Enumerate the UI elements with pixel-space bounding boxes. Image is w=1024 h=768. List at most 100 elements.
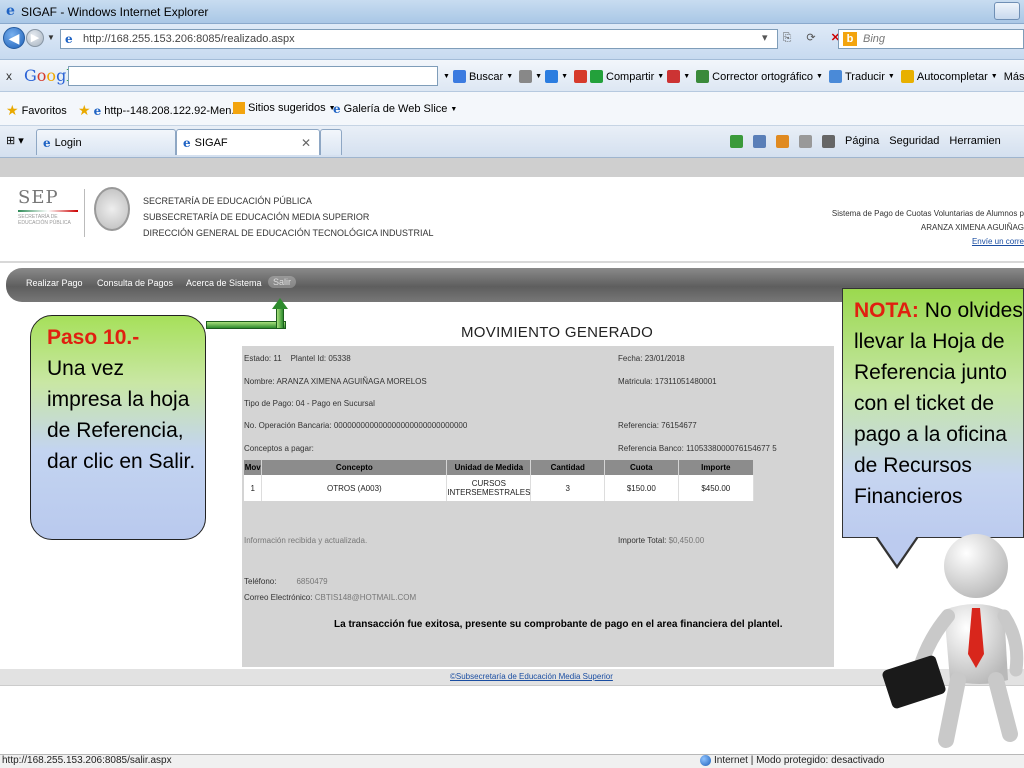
cell-mov: 1 bbox=[244, 475, 263, 501]
top-strip bbox=[0, 158, 1024, 177]
status-bar: http://168.255.153.206:8085/salir.aspx I… bbox=[0, 754, 1024, 768]
logo-divider bbox=[84, 189, 85, 237]
home-icon[interactable] bbox=[753, 135, 766, 148]
web-slice-icon: e bbox=[333, 102, 341, 116]
url-input[interactable]: e http://168.255.153.206:8085/realizado.… bbox=[60, 29, 778, 49]
movement-title: MOVIMIENTO GENERADO bbox=[461, 324, 654, 341]
new-tab-button[interactable] bbox=[320, 129, 342, 155]
sep-logo: SEP SECRETARÍA DE EDUCACIÓN PÚBLICA bbox=[18, 187, 78, 231]
bookmark-icon bbox=[519, 70, 533, 83]
autofill-button[interactable]: Autocompletar ▼ bbox=[900, 70, 998, 83]
cell-importe: $450.00 bbox=[678, 475, 755, 501]
address-buttons[interactable]: ▾ ⎘ ⟳ ✕ bbox=[762, 31, 846, 45]
page-icon: e bbox=[65, 32, 73, 46]
page-icon: e bbox=[43, 135, 51, 150]
header-divider bbox=[0, 261, 1024, 263]
pointer-arrow-shaft bbox=[206, 321, 286, 329]
header-user-info: Sistema de Pago de Cuotas Voluntarias de… bbox=[832, 207, 1024, 249]
cell-concepto: OTROS (A003) bbox=[261, 475, 448, 501]
page-icon: e bbox=[183, 135, 191, 150]
col-mov: Mov bbox=[244, 460, 263, 475]
footer-bar: ©Subsecretaría de Educación Media Superi… bbox=[0, 669, 1024, 685]
address-bar: ◀ ▶ ▼ e http://168.255.153.206:8085/real… bbox=[0, 24, 1024, 60]
col-cantidad: Cantidad bbox=[530, 460, 606, 475]
page-menu[interactable]: Página bbox=[845, 135, 879, 148]
internet-explorer-icon: e bbox=[6, 3, 15, 19]
share-icon bbox=[590, 70, 603, 83]
favorites-button[interactable]: ★ Favoritos bbox=[6, 102, 67, 119]
tab-login[interactable]: e Login bbox=[36, 129, 176, 155]
nombre-field: Nombre: ARANZA XIMENA AGUIÑAGA MORELOS bbox=[244, 377, 427, 386]
quick-tabs-icon[interactable]: ⊞ ▾ bbox=[6, 134, 24, 147]
step-callout: Paso 10.- Una vez impresa la hoja de Ref… bbox=[30, 315, 206, 540]
security-menu[interactable]: Seguridad bbox=[889, 135, 939, 148]
user-name: ARANZA XIMENA AGUIÑAG bbox=[920, 223, 1024, 232]
site-header: SEP SECRETARÍA DE EDUCACIÓN PÚBLICA SECR… bbox=[0, 177, 1024, 261]
google-toolbar: x Google ▼Buscar▼ ▼▼ Compartir▼▼ Correct… bbox=[0, 60, 1024, 92]
tools-menu[interactable]: Herramien bbox=[949, 135, 1000, 148]
spellcheck-button[interactable]: Corrector ortográfico ▼ bbox=[696, 70, 823, 83]
mail-link[interactable]: Envíe un corre bbox=[832, 235, 1024, 249]
window-titlebar: e SIGAF - Windows Internet Explorer bbox=[0, 0, 1024, 24]
autofill-icon bbox=[900, 70, 914, 83]
tipo-pago-field: Tipo de Pago: 04 - Pago en Sucursal bbox=[244, 399, 375, 408]
bing-icon bbox=[233, 102, 245, 114]
add-favorite-icon: ★ bbox=[78, 102, 91, 118]
importe-total-field: Importe Total: $0,450.00 bbox=[618, 536, 705, 545]
google-toolbar-items: ▼ Buscar ▼ ▼ ▼ Compartir ▼ ▼ Corrector ortogr… bbox=[443, 70, 1024, 83]
status-zone: Internet | Modo protegido: desactivado bbox=[700, 755, 884, 766]
globe-icon bbox=[700, 755, 711, 766]
conceptos-label: Conceptos a pagar: bbox=[244, 444, 314, 453]
note-callout: NOTA: No olvides llevar la Hoja de Refer… bbox=[842, 288, 1024, 538]
system-name: Sistema de Pago de Cuotas Voluntarias de… bbox=[831, 209, 1024, 218]
google-share-button[interactable]: Compartir ▼ ▼ bbox=[574, 70, 690, 83]
footer-divider bbox=[0, 685, 1024, 686]
translate-button[interactable]: Traducir ▼ bbox=[828, 70, 895, 83]
close-tab-icon[interactable]: ✕ bbox=[301, 136, 311, 150]
google-search-button[interactable]: ▼ Buscar ▼ bbox=[443, 70, 513, 83]
info-message: Información recibida y actualizada. bbox=[244, 536, 368, 545]
ref-banco-field: Referencia Banco: 1105338000076154677 5 bbox=[618, 444, 777, 453]
forward-arrow-icon[interactable]: ▶ bbox=[26, 29, 44, 47]
menu-consulta-pagos[interactable]: Consulta de Pagos bbox=[97, 278, 173, 288]
success-message: La transacción fue exitosa, presente su … bbox=[334, 619, 783, 630]
favorites-item-2[interactable]: Sitios sugeridos ▼ bbox=[233, 102, 336, 114]
mail-icon[interactable] bbox=[799, 135, 812, 148]
search-input[interactable]: b Bing bbox=[838, 29, 1024, 49]
mexico-seal-icon bbox=[94, 187, 130, 231]
google-bookmarks-button[interactable]: ▼ ▼ bbox=[519, 70, 568, 83]
history-dropdown-icon[interactable]: ▼ bbox=[47, 33, 55, 42]
footer-link[interactable]: ©Subsecretaría de Educación Media Superi… bbox=[450, 672, 613, 681]
favorites-item-3[interactable]: e Galería de Web Slice ▼ bbox=[333, 102, 457, 116]
cell-unidad: CURSOS INTERSEMESTRALES bbox=[446, 475, 532, 501]
header-titles: SECRETARÍA DE EDUCACIÓN PÚBLICA SUBSECRE… bbox=[143, 196, 434, 238]
note-key: NOTA: bbox=[854, 299, 919, 322]
favorites-item-1[interactable]: ★ e http--148.208.122.92-Men... bbox=[78, 102, 241, 119]
step-title: Paso 10.- bbox=[47, 326, 140, 349]
google-search-input[interactable] bbox=[68, 66, 438, 86]
col-importe: Importe bbox=[678, 460, 755, 475]
matricula-field: Matricula: 17311051480001 bbox=[618, 377, 717, 386]
more-button[interactable]: Más » bbox=[1004, 70, 1024, 83]
rss-icon[interactable] bbox=[776, 135, 789, 148]
menu-salir[interactable]: Salir bbox=[268, 276, 297, 288]
tab-sigaf[interactable]: e SIGAF ✕ bbox=[176, 129, 320, 155]
google-plus-icon bbox=[574, 70, 587, 83]
fecha-field: Fecha: 23/01/2018 bbox=[618, 354, 685, 363]
close-toolbar-button[interactable]: x bbox=[6, 69, 12, 83]
favorites-bar: ★ Favoritos ★ e http--148.208.122.92-Men...… bbox=[0, 92, 1024, 126]
cell-cuota: $150.00 bbox=[604, 475, 679, 501]
pointer-arrow-riser bbox=[276, 308, 284, 328]
minimize-button[interactable] bbox=[994, 2, 1020, 20]
menu-realizar-pago[interactable]: Realizar Pago bbox=[26, 278, 83, 288]
print-icon[interactable] bbox=[822, 135, 835, 148]
addons-icon[interactable] bbox=[730, 135, 743, 148]
command-bar: Página Seguridad Herramien bbox=[730, 135, 1001, 148]
referencia-field: Referencia: 76154677 bbox=[618, 421, 697, 430]
star-icon: ★ bbox=[6, 102, 19, 118]
col-cuota: Cuota bbox=[604, 460, 679, 475]
menu-acerca-sistema[interactable]: Acerca de Sistema bbox=[186, 278, 262, 288]
status-url: http://168.255.153.206:8085/salir.aspx bbox=[2, 755, 172, 766]
back-arrow-icon[interactable]: ◀ bbox=[3, 27, 25, 49]
window-title: SIGAF - Windows Internet Explorer bbox=[21, 5, 209, 19]
